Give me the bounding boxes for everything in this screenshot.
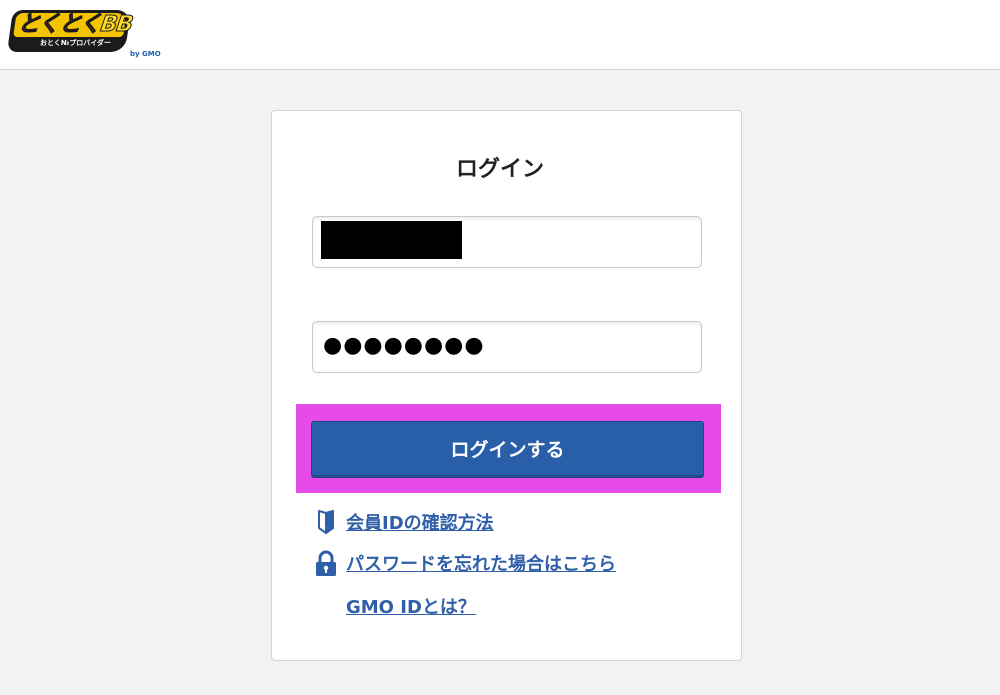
redacted-id-value <box>321 221 462 259</box>
logo-tagline: おとく№プロバイダー <box>40 39 111 47</box>
logo-wordmark: とくとくBB <box>16 12 135 38</box>
beginner-mark-icon <box>312 508 340 536</box>
gmo-id-link-row: GMO IDとは？ <box>312 592 476 620</box>
logo-wordmark-main: とくとく <box>16 12 103 38</box>
site-header: とくとくBB おとく№プロバイダー by GMO <box>0 0 1000 70</box>
forgot-password-link[interactable]: パスワードを忘れた場合はこちら <box>346 550 616 576</box>
logo-wordmark-bb: BB <box>99 12 135 38</box>
gmo-id-info-link[interactable]: GMO IDとは？ <box>346 593 476 619</box>
forgot-password-link-row: パスワードを忘れた場合はこちら <box>312 549 616 577</box>
login-button[interactable]: ログインする <box>311 421 704 478</box>
login-title: ログイン <box>455 157 544 182</box>
tokutoku-bb-logo[interactable]: とくとくBB おとく№プロバイダー by GMO <box>7 10 161 58</box>
password-input[interactable]: ●●●●●●●● <box>312 321 702 373</box>
member-id-help-link[interactable]: 会員IDの確認方法 <box>346 509 494 535</box>
lock-icon <box>312 549 340 577</box>
member-id-input[interactable] <box>312 216 702 268</box>
logo-by-gmo: by GMO <box>130 50 161 58</box>
member-id-help-link-row: 会員IDの確認方法 <box>312 508 494 536</box>
password-mask: ●●●●●●●● <box>323 333 485 358</box>
login-card <box>271 110 742 661</box>
